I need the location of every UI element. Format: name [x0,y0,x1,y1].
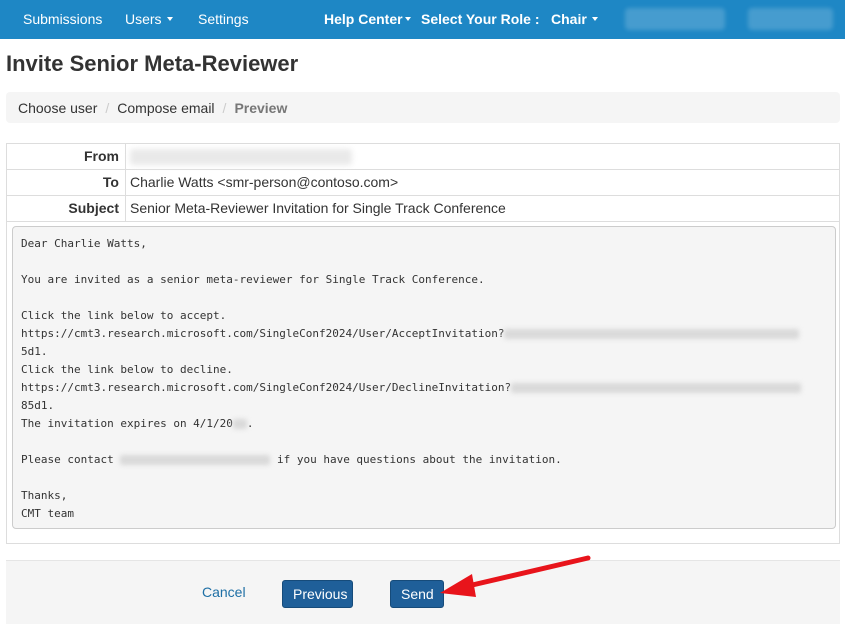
send-button[interactable]: Send [390,580,444,608]
email-body: Dear Charlie Watts, You are invited as a… [12,226,836,529]
redacted-year [232,419,247,429]
body-expires-end: . [246,417,254,430]
body-accept-url: https://cmt3.research.microsoft.com/Sing… [21,327,505,340]
cancel-link[interactable]: Cancel [202,584,246,600]
email-to-row: To Charlie Watts <smr-person@contoso.com… [7,170,839,196]
nav-users-label: Users [125,11,162,27]
email-subject-row: Subject Senior Meta-Reviewer Invitation … [7,196,839,222]
body-signature: CMT team [21,507,74,520]
body-contact-end: if you have questions about the invitati… [270,453,562,466]
from-value [126,144,352,169]
chevron-down-icon [166,17,173,22]
body-decline-tail: 85d1. [21,399,55,412]
redacted-from-address [130,149,352,165]
body-accept-line: Click the link below to accept. [21,309,227,322]
to-label: To [7,170,126,195]
previous-button[interactable]: Previous [282,580,353,608]
breadcrumb: Choose user / Compose email / Preview [6,92,840,123]
body-greeting: Dear Charlie Watts, [21,237,147,250]
breadcrumb-preview: Preview [234,99,288,116]
nav-help-center[interactable]: Help Center [324,0,411,39]
breadcrumb-separator: / [105,99,110,116]
breadcrumb-separator: / [222,99,227,116]
subject-value: Senior Meta-Reviewer Invitation for Sing… [130,200,506,216]
nav-help-center-label: Help Center [324,11,403,27]
body-decline-url: https://cmt3.research.microsoft.com/Sing… [21,381,512,394]
role-dropdown[interactable]: Chair [551,0,598,39]
body-contact-start: Please contact [21,453,121,466]
redacted-account-menu[interactable] [748,8,833,30]
role-dropdown-label: Chair [551,11,587,27]
form-actions: Cancel Previous Send [6,560,840,624]
from-label: From [7,144,126,169]
page-title: Invite Senior Meta-Reviewer [6,51,299,76]
nav-settings[interactable]: Settings [198,0,249,39]
nav-users[interactable]: Users [125,0,173,39]
select-role-label: Select Your Role : [421,11,540,27]
top-navbar: Submissions Users Settings Help Center S… [0,0,845,39]
redacted-decline-token [511,383,802,393]
body-expires: The invitation expires on 4/1/20 [21,417,233,430]
email-from-row: From [7,144,839,170]
redacted-user-menu[interactable] [625,8,725,30]
email-preview-panel: From To Charlie Watts <smr-person@contos… [6,143,840,544]
body-decline-line: Click the link below to decline. [21,363,233,376]
subject-label: Subject [7,196,126,221]
body-thanks: Thanks, [21,489,68,502]
chevron-down-icon [404,17,411,22]
body-accept-tail: 5d1. [21,345,48,358]
chevron-down-icon [591,17,598,22]
breadcrumb-compose-email[interactable]: Compose email [117,100,214,116]
breadcrumb-choose-user[interactable]: Choose user [18,100,97,116]
to-value: Charlie Watts <smr-person@contoso.com> [130,174,399,190]
redacted-contact-email [120,455,271,465]
redacted-accept-token [504,329,800,339]
nav-submissions[interactable]: Submissions [23,0,102,39]
body-intro: You are invited as a senior meta-reviewe… [21,273,485,286]
